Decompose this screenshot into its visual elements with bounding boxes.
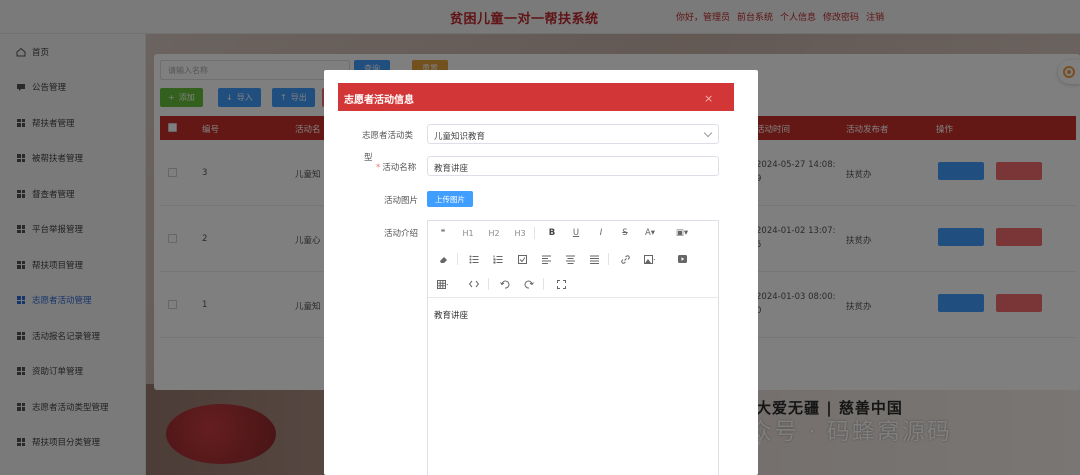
video-icon[interactable]: [673, 251, 691, 267]
italic-button[interactable]: I: [592, 225, 610, 241]
activity-type-value: 儿童知识教育: [434, 132, 486, 142]
upload-image-button[interactable]: 上传图片: [427, 191, 473, 207]
code-icon[interactable]: [465, 276, 483, 292]
activity-dialog: 志愿者活动信息 × 志愿者活动类 型 儿童知识教育 * 活动名称 教育讲座 活动图…: [324, 70, 758, 475]
caret-down-icon: ▾: [683, 228, 689, 238]
checklist-icon[interactable]: [513, 251, 531, 267]
close-icon[interactable]: ×: [704, 92, 713, 105]
toolbar-divider: [608, 253, 609, 265]
font-color-button[interactable]: A ▾: [641, 225, 659, 241]
activity-type-select[interactable]: 儿童知识教育: [427, 124, 719, 144]
editor-content[interactable]: 教育讲座: [434, 309, 468, 321]
heading3-button[interactable]: H3: [511, 225, 529, 241]
toolbar-divider: [488, 278, 489, 290]
bold-button[interactable]: B: [543, 225, 561, 241]
align-left-icon[interactable]: [537, 251, 555, 267]
name-label-text: 活动名称: [382, 163, 417, 173]
image-label: 活动图片: [384, 196, 419, 206]
table-icon[interactable]: [434, 276, 452, 292]
toolbar-divider: [534, 227, 535, 239]
redo-icon[interactable]: [520, 276, 538, 292]
required-mark: *: [376, 163, 381, 173]
activity-name-input[interactable]: 教育讲座: [427, 156, 719, 176]
align-justify-icon[interactable]: [585, 251, 603, 267]
link-icon[interactable]: [616, 251, 634, 267]
dialog-title: 志愿者活动信息: [344, 95, 414, 106]
type-label-wrap: 型: [364, 153, 373, 163]
eraser-icon[interactable]: [434, 251, 452, 267]
type-label: 志愿者活动类: [362, 131, 414, 141]
underline-button[interactable]: U: [567, 225, 585, 241]
quote-icon[interactable]: ❝: [434, 225, 452, 241]
bg-color-button[interactable]: ▣ ▾: [673, 225, 691, 241]
caret-down-icon: ▾: [650, 228, 656, 238]
toolbar-divider: [457, 253, 458, 265]
editor-toolbar: ❝ H1 H2 H3 B U I S A ▾ ▣ ▾: [428, 221, 718, 298]
fullscreen-icon[interactable]: [552, 276, 570, 292]
dialog-header: 志愿者活动信息 ×: [338, 83, 734, 111]
name-label: * 活动名称: [376, 161, 416, 173]
align-center-icon[interactable]: [561, 251, 579, 267]
strikethrough-button[interactable]: S: [616, 225, 634, 241]
bullet-list-icon[interactable]: [465, 251, 483, 267]
heading2-button[interactable]: H2: [485, 225, 503, 241]
chevron-down-icon: [703, 128, 713, 138]
intro-label: 活动介绍: [384, 229, 419, 239]
image-icon[interactable]: [641, 251, 659, 267]
numbered-list-icon[interactable]: [489, 251, 507, 267]
toolbar-divider: [543, 278, 544, 290]
undo-icon[interactable]: [496, 276, 514, 292]
highlight-icon: ▣: [675, 228, 684, 238]
heading1-button[interactable]: H1: [459, 225, 477, 241]
rich-text-editor: ❝ H1 H2 H3 B U I S A ▾ ▣ ▾ 教育讲座: [427, 220, 719, 475]
